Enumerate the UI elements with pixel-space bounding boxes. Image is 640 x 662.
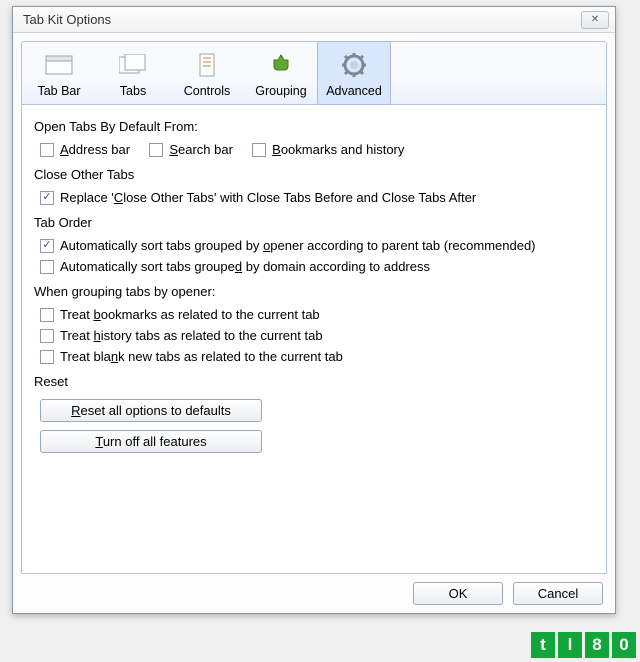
cancel-button[interactable]: Cancel: [513, 582, 603, 605]
close-button[interactable]: ✕: [581, 11, 609, 29]
watermark-char: 0: [612, 632, 636, 658]
dialog-footer: OK Cancel: [21, 574, 607, 605]
close-other-row: Replace 'Close Other Tabs' with Close Ta…: [34, 190, 594, 205]
label-treat-blank: Treat blank new tabs as related to the c…: [60, 349, 343, 364]
ok-button[interactable]: OK: [413, 582, 503, 605]
label-sort-by-opener: Automatically sort tabs grouped by opene…: [60, 238, 536, 253]
window-title: Tab Kit Options: [23, 12, 581, 27]
reset-all-button[interactable]: Reset all options to defaults: [40, 399, 262, 422]
titlebar: Tab Kit Options ✕: [13, 7, 615, 33]
watermark-char: t: [531, 632, 555, 658]
watermark-char: l: [558, 632, 582, 658]
tab-label: Tabs: [120, 84, 146, 98]
label-treat-bookmarks: Treat bookmarks as related to the curren…: [60, 307, 320, 322]
checkbox-address-bar[interactable]: [40, 143, 54, 157]
checkbox-treat-history[interactable]: [40, 329, 54, 343]
turn-off-button[interactable]: Turn off all features: [40, 430, 262, 453]
gear-icon: [339, 50, 369, 80]
label-treat-history: Treat history tabs as related to the cur…: [60, 328, 323, 343]
tab-label: Controls: [184, 84, 231, 98]
dialog-body: Tab Bar Tabs Controls Grouping: [13, 33, 615, 613]
watermark-char: 8: [585, 632, 609, 658]
tabs-icon: [118, 50, 148, 80]
tab-bar-icon: [44, 50, 74, 80]
section-when-grouping: When grouping tabs by opener:: [34, 284, 594, 299]
grouping-icon: [266, 50, 296, 80]
checkbox-treat-blank[interactable]: [40, 350, 54, 364]
treat-bookmarks-row: Treat bookmarks as related to the curren…: [34, 307, 594, 322]
options-dialog: Tab Kit Options ✕ Tab Bar Tabs: [12, 6, 616, 614]
checkbox-replace-close-other[interactable]: [40, 191, 54, 205]
tab-controls[interactable]: Controls: [170, 42, 244, 104]
tab-tab-bar[interactable]: Tab Bar: [22, 42, 96, 104]
advanced-panel: Open Tabs By Default From: Address bar S…: [21, 105, 607, 574]
checkbox-sort-by-domain[interactable]: [40, 260, 54, 274]
tab-advanced[interactable]: Advanced: [317, 41, 391, 105]
checkbox-sort-by-opener[interactable]: [40, 239, 54, 253]
tab-label: Grouping: [255, 84, 306, 98]
label-address-bar: Address bar: [60, 142, 130, 157]
label-bookmarks-history: Bookmarks and history: [272, 142, 404, 157]
tab-order-domain-row: Automatically sort tabs grouped by domai…: [34, 259, 594, 274]
tab-order-opener-row: Automatically sort tabs grouped by opene…: [34, 238, 594, 253]
controls-icon: [192, 50, 222, 80]
watermark: t l 8 0: [531, 632, 636, 658]
label-search-bar: Search bar: [169, 142, 233, 157]
checkbox-search-bar[interactable]: [149, 143, 163, 157]
checkbox-treat-bookmarks[interactable]: [40, 308, 54, 322]
close-icon: ✕: [591, 14, 599, 25]
tab-label: Advanced: [326, 84, 382, 98]
tab-tabs[interactable]: Tabs: [96, 42, 170, 104]
open-tabs-row: Address bar Search bar Bookmarks and his…: [34, 142, 594, 157]
tabstrip: Tab Bar Tabs Controls Grouping: [21, 41, 607, 105]
treat-history-row: Treat history tabs as related to the cur…: [34, 328, 594, 343]
section-reset: Reset: [34, 374, 594, 389]
checkbox-bookmarks-history[interactable]: [252, 143, 266, 157]
label-sort-by-domain: Automatically sort tabs grouped by domai…: [60, 259, 430, 274]
section-tab-order: Tab Order: [34, 215, 594, 230]
tab-label: Tab Bar: [37, 84, 80, 98]
label-replace-close-other: Replace 'Close Other Tabs' with Close Ta…: [60, 190, 476, 205]
section-open-tabs: Open Tabs By Default From:: [34, 119, 594, 134]
treat-blank-row: Treat blank new tabs as related to the c…: [34, 349, 594, 364]
section-close-other: Close Other Tabs: [34, 167, 594, 182]
tab-grouping[interactable]: Grouping: [244, 42, 318, 104]
